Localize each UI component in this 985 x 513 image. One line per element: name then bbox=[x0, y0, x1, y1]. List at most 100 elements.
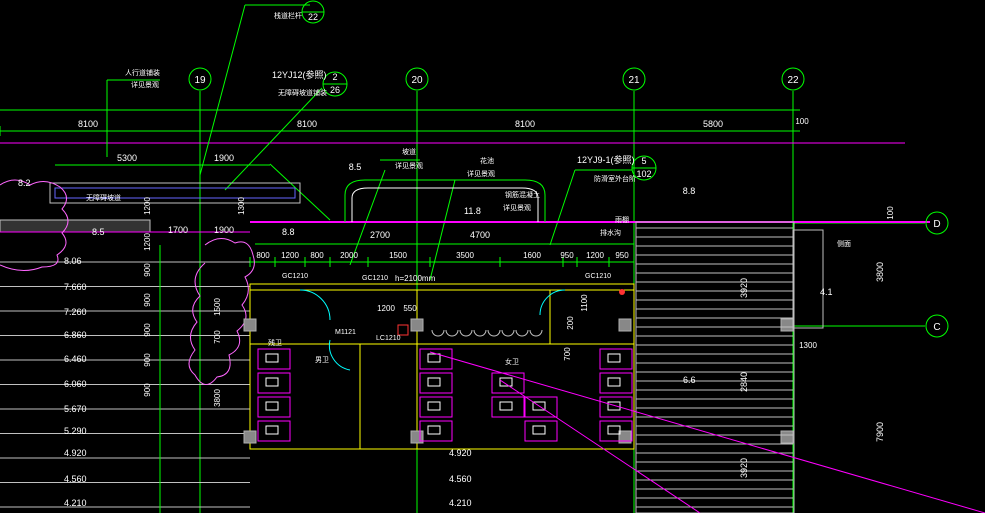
axis-19-label: 19 bbox=[194, 75, 206, 86]
label-female-wc: 女卫 bbox=[505, 357, 519, 366]
sub-dim-3: 800 bbox=[310, 251, 324, 260]
std-ref-12yj12: 12YJ12(参照) bbox=[272, 69, 327, 80]
room-dim-3: 1100 bbox=[580, 294, 589, 312]
top-dim-1: 8100 bbox=[78, 119, 98, 129]
right-vdim-3800: 3800 bbox=[875, 262, 885, 282]
room-dim-2: 550 bbox=[403, 304, 417, 313]
left-vdim-5: 1500 bbox=[213, 298, 222, 316]
label-slope: 坡道 bbox=[402, 147, 416, 156]
column-2 bbox=[618, 318, 632, 332]
stair-level-10: 4.560 bbox=[64, 474, 87, 484]
label-accessible-wc: 残卫 bbox=[268, 338, 282, 347]
stair-level-7: 5.670 bbox=[64, 404, 87, 414]
top-dim-4: 5800 bbox=[703, 119, 723, 129]
sub-dim-2: 1200 bbox=[281, 251, 299, 260]
elev-85: 8.5 bbox=[92, 227, 105, 237]
sub-dim-8: 950 bbox=[560, 251, 574, 260]
sub-dim-4: 2000 bbox=[340, 251, 358, 260]
elev-85-top: 8.5 bbox=[349, 162, 362, 172]
second-dim-1: 5300 bbox=[117, 153, 137, 163]
clear-height: h=2100mm bbox=[395, 274, 436, 283]
detail-ref-2-bottom: 26 bbox=[330, 85, 340, 95]
sub-dim-9: 1200 bbox=[586, 251, 604, 260]
lower-level-1: 4.920 bbox=[449, 448, 472, 458]
column-1 bbox=[410, 318, 424, 332]
left-vdim-4: 900 bbox=[143, 263, 152, 277]
label-ramp-paving: 无障碍坡道铺装 bbox=[278, 88, 327, 97]
stair-vdim-3920-a: 3920 bbox=[739, 278, 749, 298]
sub-dim-5: 1500 bbox=[389, 251, 407, 260]
label-ramp: 无障碍坡道 bbox=[86, 193, 121, 202]
lower-level-2: 4.560 bbox=[449, 474, 472, 484]
std-ref-12yj9: 12YJ9-1(参照) bbox=[577, 154, 635, 165]
mid-dim-4: 4700 bbox=[470, 230, 490, 240]
label-see-landscape-3: 详见景观 bbox=[467, 169, 495, 178]
axis-d-label: D bbox=[933, 219, 940, 230]
left-vdim-7: 3800 bbox=[213, 389, 222, 407]
label-railing: 栈道栏杆 bbox=[274, 11, 302, 20]
label-canopy: 雨棚 bbox=[615, 215, 629, 224]
stair-level-5: 6.460 bbox=[64, 354, 87, 364]
label-drain: 排水沟 bbox=[600, 228, 621, 237]
label-side: 侧面 bbox=[837, 239, 851, 248]
detail-ref-22-text: 22 bbox=[308, 12, 318, 22]
left-vdim-1: 1200 bbox=[143, 197, 152, 215]
lower-level-3: 4.210 bbox=[449, 498, 472, 508]
label-see-landscape-4: 详见景观 bbox=[503, 203, 531, 212]
left-vdim-11: 900 bbox=[143, 383, 152, 397]
left-vdim-8: 900 bbox=[143, 293, 152, 307]
room-dim-5: 700 bbox=[563, 347, 572, 361]
left-vdim-2: 1200 bbox=[143, 233, 152, 251]
axis-21-label: 21 bbox=[628, 75, 640, 86]
cad-drawing: 19 20 21 22 D C 22 2 26 5 102 12YJ12(参照)… bbox=[0, 0, 985, 513]
elev-66: 6.6 bbox=[683, 375, 696, 385]
label-see-landscape-2: 详见景观 bbox=[395, 161, 423, 170]
stair-level-9: 4.920 bbox=[64, 448, 87, 458]
walkway-strip bbox=[0, 219, 151, 233]
mid-dim-2: 1900 bbox=[214, 225, 234, 235]
lower-level-list: 4.920 4.560 4.210 bbox=[449, 448, 472, 508]
sub-dim-6: 3500 bbox=[456, 251, 474, 260]
label-planter: 花池 bbox=[480, 156, 494, 165]
sub-dim-7: 1600 bbox=[523, 251, 541, 260]
stair-level-11: 4.210 bbox=[64, 498, 87, 508]
elev-88-right: 8.8 bbox=[683, 186, 696, 196]
label-sidewalk: 人行道铺装 bbox=[125, 68, 160, 77]
sub-dim-10: 950 bbox=[615, 251, 629, 260]
top-dim-5: 100 bbox=[795, 117, 809, 126]
left-vdim-9: 900 bbox=[143, 323, 152, 337]
column-7 bbox=[780, 430, 794, 444]
stair-level-4: 6.860 bbox=[64, 330, 87, 340]
room-dim-6: 1300 bbox=[799, 341, 817, 350]
stair-level-1: 8.06 bbox=[64, 256, 82, 266]
axis-c-label: C bbox=[933, 322, 940, 333]
elev-41: 4.1 bbox=[820, 287, 833, 297]
left-vdim-6: 700 bbox=[213, 330, 222, 344]
room-dim-1: 1200 bbox=[377, 304, 395, 313]
column-3 bbox=[243, 430, 257, 444]
stair-level-6: 6.060 bbox=[64, 379, 87, 389]
right-vdim-7900: 7900 bbox=[875, 422, 885, 442]
axis-20-label: 20 bbox=[411, 75, 423, 86]
room-dim-4: 200 bbox=[566, 316, 575, 330]
tag-m1121: M1121 bbox=[335, 329, 356, 336]
detail-ref-5-top: 5 bbox=[641, 156, 646, 166]
left-vdim-3: 1300 bbox=[237, 197, 246, 215]
label-steps: 防滑室外台阶 bbox=[594, 174, 636, 183]
stair-vdim-2840: 2840 bbox=[739, 372, 749, 392]
tag-gc1210-b: GC1210 bbox=[585, 273, 611, 280]
label-male-wc: 男卫 bbox=[315, 356, 329, 364]
stair-level-3: 7.260 bbox=[64, 307, 87, 317]
stair-level-2: 7.660 bbox=[64, 282, 87, 292]
mid-dim-3: 2700 bbox=[370, 230, 390, 240]
tag-lc1210: LC1210 bbox=[376, 335, 401, 342]
column-0 bbox=[243, 318, 257, 332]
left-vdim-10: 900 bbox=[143, 353, 152, 367]
elev-118: 11.8 bbox=[464, 206, 481, 216]
red-dot bbox=[619, 289, 625, 295]
detail-ref-2-top: 2 bbox=[332, 72, 337, 82]
elev-88: 8.8 bbox=[282, 227, 295, 237]
column-6 bbox=[780, 318, 794, 332]
detail-ref-5-bottom: 102 bbox=[636, 169, 651, 179]
top-dim-3: 8100 bbox=[515, 119, 535, 129]
